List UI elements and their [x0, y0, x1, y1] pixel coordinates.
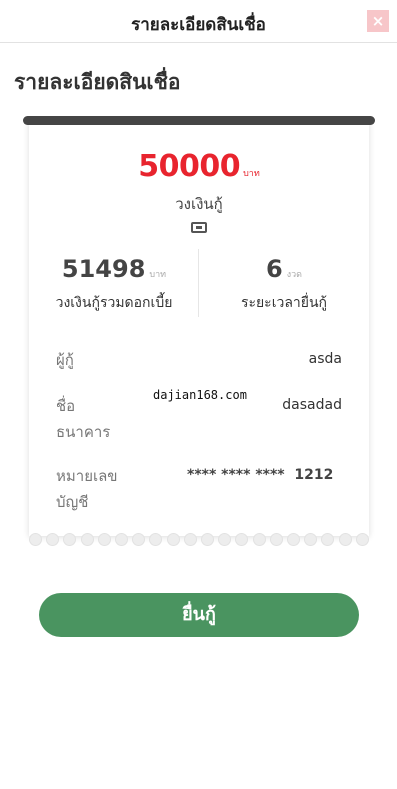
- account-value: **** **** **** 1212: [187, 467, 334, 483]
- account-label-line2: บัญชี: [56, 493, 89, 511]
- total-value: 51498: [61, 255, 146, 283]
- ticket-icon: [191, 222, 207, 233]
- receipt-top-bar: [23, 116, 375, 125]
- scallop: [29, 533, 42, 546]
- total-label: วงเงินกู้รวมดอกเบี้ย: [55, 295, 173, 311]
- scallop: [269, 533, 283, 546]
- loan-amount: 50000 บาท: [29, 149, 369, 184]
- page-title: รายละเอียดสินเชื่อ: [14, 70, 181, 94]
- scallop: [149, 533, 163, 546]
- scallop: [321, 533, 335, 546]
- borrower-label: ผู้กู้: [56, 351, 74, 369]
- submit-loan-button[interactable]: ยื่นกู้: [39, 593, 359, 637]
- watermark: dajian168.com: [153, 388, 247, 402]
- scallop: [304, 533, 318, 546]
- scallop: [355, 533, 369, 546]
- loan-amount-value: 50000: [138, 149, 241, 184]
- scallop: [115, 533, 129, 546]
- bank-value: dasadad: [282, 397, 342, 413]
- term-label: ระยะเวลายื่นกู้: [240, 295, 328, 311]
- loan-term: 6 งวด ระยะเวลายื่นกู้: [199, 255, 369, 314]
- scallop: [132, 533, 146, 546]
- bank-label-line1: ชื่อ: [56, 397, 76, 415]
- total-with-interest: 51498 บาท วงเงินกู้รวมดอกเบี้ย: [29, 255, 199, 314]
- scallop: [338, 533, 352, 546]
- bank-label-line2: ธนาคาร: [56, 423, 111, 441]
- loan-detail-card: 50000 บาท วงเงินกู้ 51498 บาท วงเงินกู้รวม…: [29, 121, 369, 536]
- scallop: [287, 533, 301, 546]
- scallop: [63, 533, 77, 546]
- borrower-value: asda: [308, 351, 342, 367]
- close-button[interactable]: ×: [367, 10, 389, 32]
- total-unit: บาท: [149, 270, 167, 280]
- receipt-scallop-edge: [29, 533, 369, 547]
- scallop: [183, 533, 197, 546]
- loan-amount-label: วงเงินกู้: [175, 195, 223, 213]
- account-label-line1: หมายเลข: [56, 467, 118, 485]
- scallop: [252, 533, 266, 546]
- loan-amount-unit: บาท: [243, 169, 260, 179]
- scallop: [46, 533, 60, 546]
- scallop: [218, 533, 232, 546]
- topbar-title: รายละเอียดสินเชื่อ: [131, 15, 266, 35]
- scallop: [80, 533, 94, 546]
- scallop: [235, 533, 249, 546]
- top-bar: รายละเอียดสินเชื่อ ×: [0, 0, 397, 43]
- term-value: 6: [266, 255, 283, 283]
- scallop: [166, 533, 180, 546]
- term-unit: งวด: [286, 270, 302, 280]
- scallop: [201, 533, 215, 546]
- scallop: [97, 533, 111, 546]
